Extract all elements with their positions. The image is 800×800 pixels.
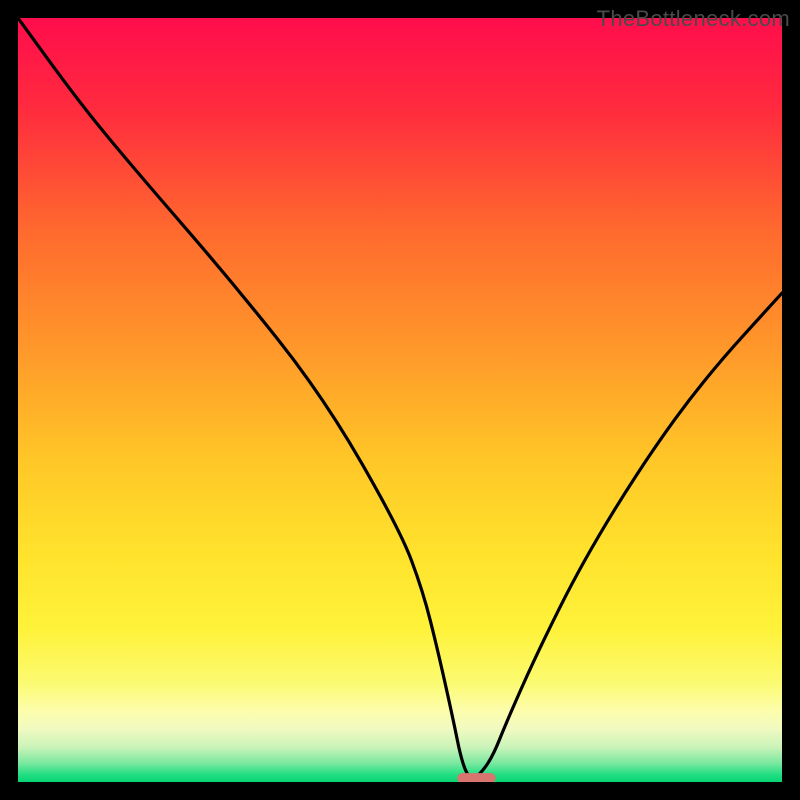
gradient-background [18,18,782,782]
minimum-marker [457,773,496,782]
watermark-text: TheBottleneck.com [597,6,790,32]
plot-area [18,18,782,782]
chart-svg [18,18,782,782]
chart-frame: TheBottleneck.com [0,0,800,800]
